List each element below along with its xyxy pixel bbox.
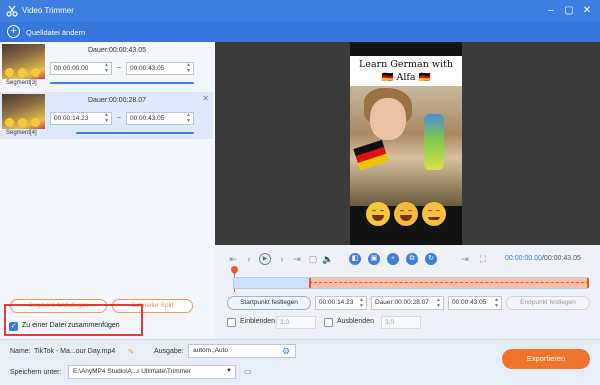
video-scene [350,86,462,206]
change-source-button[interactable]: Quelldatei ändern [26,28,85,37]
maximize-button[interactable]: ▢ [562,4,576,18]
smile-emoji-icon [366,202,390,226]
skip-end-icon[interactable]: ⇥ [291,253,303,265]
fade-in-checkbox[interactable] [227,318,236,327]
segment-range-bar [76,132,194,134]
edit-name-icon[interactable]: ✎ [128,348,134,356]
duration-field[interactable]: Dauer:00:00:28.07 ▲ ▼ [371,296,444,310]
segment-thumbnail [2,44,45,79]
window-title: Video Trimmer [22,6,74,15]
segment-end-field[interactable]: 00:00:43.05 ▲ ▼ [126,112,194,125]
segment-range-bar [50,82,194,84]
segment-item[interactable]: Segment[3] Dauer:00:00:43.05 00:00:00.00… [0,42,213,89]
folder-icon[interactable]: ▭ [244,367,252,376]
segment-start-field[interactable]: 00:00:14.23 ▲ ▼ [50,112,112,125]
start-time-field[interactable]: 00:00:14.23 ▲ ▼ [315,296,367,310]
fade-in-label: Einblenden [240,318,276,325]
previous-frame-icon[interactable]: ‹ [243,253,255,265]
add-source-icon[interactable]: + [7,25,20,38]
volume-icon[interactable]: 🔈 [322,253,334,265]
output-bar: Name: TikTok - Ma...our Day.mp4 ✎ Ausgab… [0,339,600,385]
segment-label: Segment[3] [6,80,37,86]
save-to-label: Speichern unter: [10,369,62,376]
highlight-box [4,304,143,336]
set-start-button[interactable]: Startpunkt festlegen [227,296,311,310]
duplicate-icon[interactable]: ⧉ [406,253,418,265]
fade-in-value[interactable]: 3,0 [276,316,316,329]
minimize-button[interactable]: – [544,4,558,18]
path-dropdown-icon[interactable]: ▼ [226,368,232,374]
reset-icon[interactable]: ↻ [425,253,437,265]
laugh-emoji-icon [394,202,418,226]
segment-duration: Dauer:00:00:43.05 [88,47,146,54]
segment-label: Segment[4] [6,130,37,136]
fade-out-checkbox[interactable] [324,318,333,327]
scissors-icon [6,5,18,17]
export-button[interactable]: Exportieren [502,349,590,369]
play-icon[interactable]: ▶ [259,253,271,265]
file-name: TikTok - Ma...our Day.mp4 [34,348,116,355]
next-frame-icon[interactable]: › [276,253,288,265]
segment-thumbnail [2,94,45,129]
end-time-field[interactable]: 00:00:43.05 ▲ ▼ [448,296,502,310]
segment-end-field[interactable]: 00:00:43.05 ▲ ▼ [126,62,194,75]
fade-out-label: Ausblenden [337,318,374,325]
title-bar: Video Trimmer – ▢ ✕ [0,0,600,22]
set-end-button[interactable]: Endpunkt festlegen [506,296,590,310]
source-toolbar: + Quelldatei ändern [0,22,600,42]
fade-out-value[interactable]: 3,0 [381,316,421,329]
segment-panel: Segment[3] Dauer:00:00:43.05 00:00:00.00… [0,42,215,339]
trim-controls: ⇤ ‹ ▶ › ⇥ ▢ 🔈 ◧ ▣ + ⧉ ↻ ⇥ ⛶ 00:00:00.00/… [215,245,600,339]
video-caption: Learn German with 🇩🇪 Alfa 🇩🇪 [350,56,462,86]
delete-segment-icon[interactable]: ✕ [202,94,209,103]
trim-segment-icon[interactable]: ◧ [349,253,361,265]
fullscreen-icon[interactable]: ⛶ [477,253,489,265]
stop-icon[interactable]: ▢ [307,253,319,265]
copy-segment-icon[interactable]: ▣ [368,253,380,265]
segment-duration: Dauer:00:00:28.07 [88,97,146,104]
time-display: 00:00:00.00/00:00:43.05 [505,255,581,262]
german-flag-icon [353,139,389,171]
name-label: Name: [10,348,31,355]
timeline-track[interactable] [233,277,589,289]
video-preview: Learn German with 🇩🇪 Alfa 🇩🇪 [215,42,600,245]
output-label: Ausgabe: [154,348,184,355]
output-format-field[interactable]: autom.;Auto [188,344,296,358]
heart-eyes-emoji-icon [422,202,446,226]
settings-gear-icon[interactable]: ⚙ [282,346,290,357]
goto-start-icon[interactable]: ⇥ [459,253,471,265]
segment-start-field[interactable]: 00:00:00.00 ▲ ▼ [50,62,112,75]
video-frame: Learn German with 🇩🇪 Alfa 🇩🇪 [350,42,462,245]
segment-item[interactable]: Segment[4] ✕ Dauer:00:00:28.07 00:00:14.… [0,92,213,139]
selected-range[interactable] [309,278,589,288]
save-path-field[interactable]: E:\AnyMP4 Studio\A...r Ultimate\Trimmer [68,365,236,379]
add-segment-icon[interactable]: + [387,253,399,265]
skip-start-icon[interactable]: ⇤ [227,253,239,265]
close-button[interactable]: ✕ [580,4,594,18]
